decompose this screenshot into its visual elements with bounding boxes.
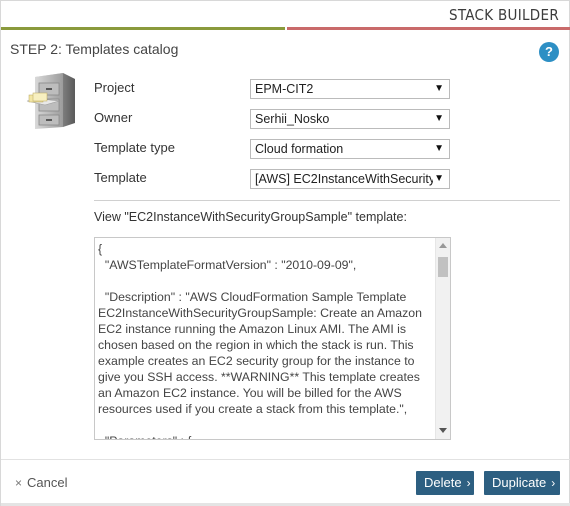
template-type-select[interactable]: Cloud formation ▼ [250,139,450,159]
wizard-progress-bar [1,27,570,30]
owner-select-value: Serhii_Nosko [255,112,330,126]
chevron-right-icon: › [551,476,556,490]
stack-builder-dialog: STACK BUILDER STEP 2: Templates catalog … [0,0,570,506]
cancel-label: Cancel [27,475,68,490]
project-label: Project [94,80,135,95]
dropdown-arrow-icon: ▼ [434,173,444,184]
scroll-down-arrow-icon[interactable] [439,428,447,433]
dropdown-arrow-icon: ▼ [434,113,444,124]
dropdown-arrow-icon: ▼ [434,143,444,154]
scroll-up-arrow-icon[interactable] [439,243,447,248]
duplicate-button[interactable]: Duplicate › [484,471,560,495]
progress-completed-segment [1,27,285,30]
footer-divider [1,459,570,460]
template-select-value: [AWS] EC2InstanceWithSecurityGroupSample [255,172,433,186]
template-label: Template [94,170,147,185]
progress-remaining-segment [287,27,570,30]
template-select[interactable]: [AWS] EC2InstanceWithSecurityGroupSample… [250,169,450,189]
wizard-title: STACK BUILDER [449,6,559,24]
template-type-label: Template type [94,140,175,155]
template-code-viewer[interactable]: { "AWSTemplateFormatVersion" : "2010-09-… [94,237,451,440]
duplicate-button-label: Duplicate [492,475,547,490]
project-select-value: EPM-CIT2 [255,82,314,96]
template-view-label: View "EC2InstanceWithSecurityGroupSample… [94,210,407,224]
delete-button-label: Delete [424,475,462,490]
code-scrollbar[interactable] [435,238,450,439]
chevron-right-icon: › [466,476,471,490]
section-divider [94,200,560,201]
cancel-link[interactable]: × Cancel [15,475,67,490]
project-select[interactable]: EPM-CIT2 ▼ [250,79,450,99]
template-type-select-value: Cloud formation [255,142,344,156]
owner-label: Owner [94,110,133,125]
template-code-text: { "AWSTemplateFormatVersion" : "2010-09-… [98,242,422,439]
close-icon: × [15,476,23,490]
delete-button[interactable]: Delete › [416,471,474,495]
scroll-thumb[interactable] [438,257,448,277]
file-cabinet-icon [23,71,79,131]
dropdown-arrow-icon: ▼ [434,83,444,94]
owner-select[interactable]: Serhii_Nosko ▼ [250,109,450,129]
question-circle-icon[interactable]: ? [539,42,559,62]
step-title: STEP 2: Templates catalog [10,41,179,57]
